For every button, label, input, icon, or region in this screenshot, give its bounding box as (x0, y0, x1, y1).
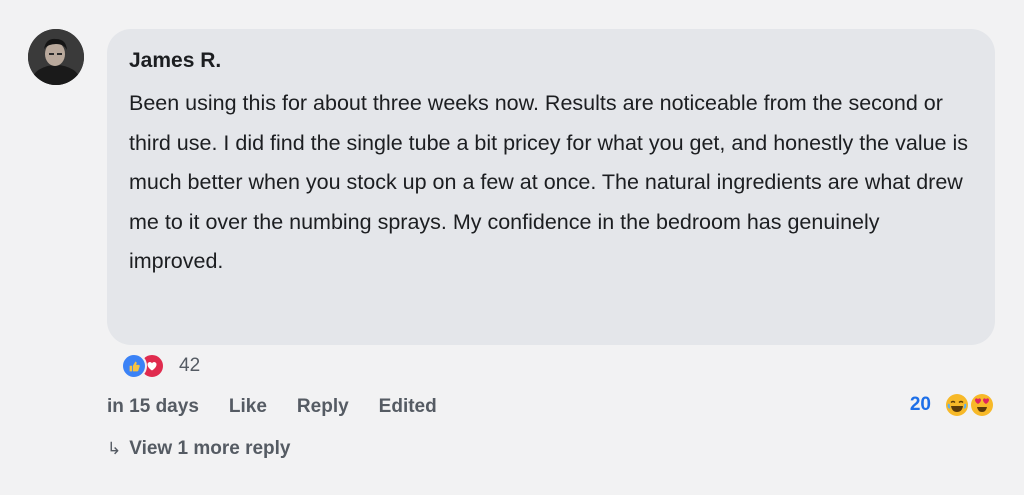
view-more-replies-link[interactable]: ↳ View 1 more reply (107, 438, 290, 460)
reply-button[interactable]: Reply (297, 396, 349, 418)
view-more-replies-label: View 1 more reply (129, 438, 291, 459)
reactions-summary[interactable]: 42 (121, 352, 200, 380)
emoji-reaction-count: 20 (909, 394, 931, 415)
comment-bubble: James R. Been using this for about three… (107, 29, 995, 345)
comment-author[interactable]: James R. (129, 47, 973, 75)
edited-label: Edited (378, 396, 437, 417)
user-avatar-icon (28, 29, 84, 85)
reaction-count: 42 (179, 355, 201, 376)
comment-text: Been using this for about three weeks no… (129, 91, 969, 273)
comment-timestamp: in 15 days (107, 396, 199, 417)
comment-actions: in 15 days Like Reply Edited (107, 396, 467, 418)
like-button[interactable]: Like (229, 396, 267, 418)
laughing-emoji-icon (946, 394, 968, 416)
heart-eyes-emoji-icon (971, 394, 993, 416)
thumbs-up-icon (121, 353, 147, 379)
avatar[interactable] (28, 29, 84, 85)
emoji-reactions[interactable]: 20 (910, 394, 993, 416)
comment-thread: James R. Been using this for about three… (0, 0, 1024, 495)
reply-arrow-icon: ↳ (107, 439, 122, 458)
